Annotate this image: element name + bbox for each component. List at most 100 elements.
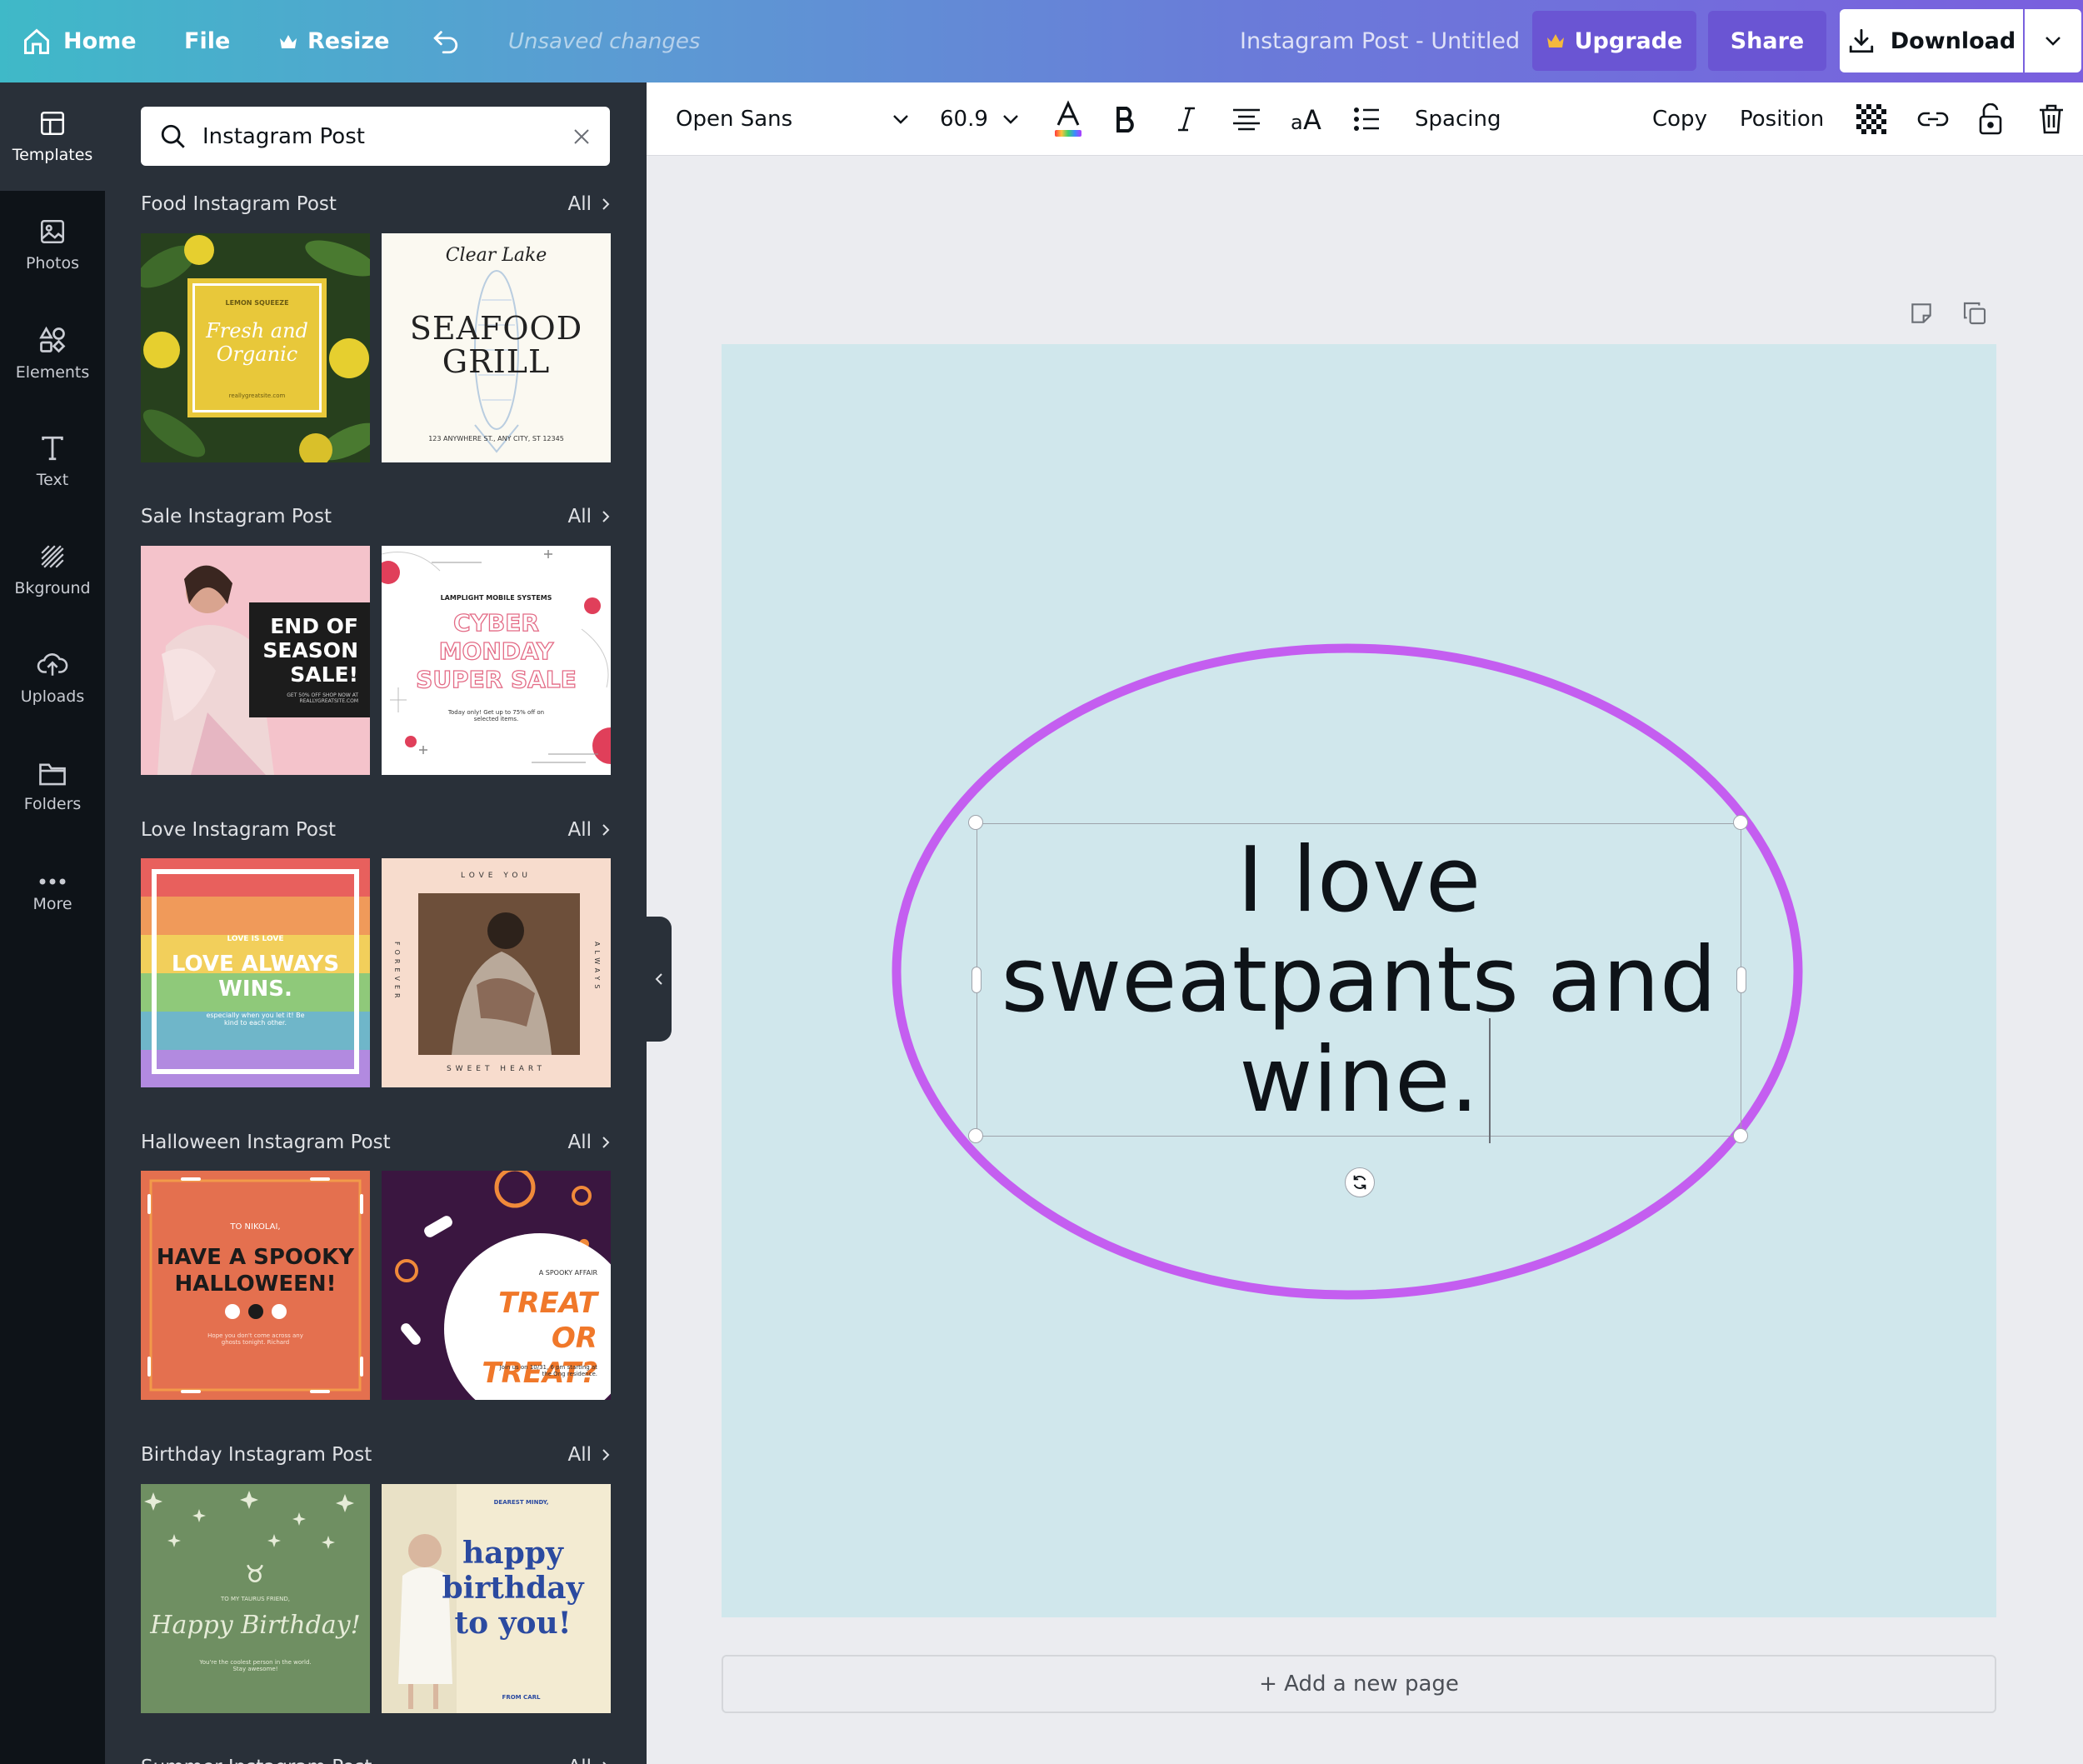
rail-elements[interactable]: Elements [0, 299, 105, 407]
document-title[interactable]: Instagram Post - Untitled [1240, 0, 1520, 82]
birthday-to-text: TO MY TAURUS FRIEND, [220, 1596, 291, 1602]
file-label: File [184, 28, 231, 54]
link-icon [1917, 112, 1949, 127]
collapse-panel-button[interactable] [647, 917, 672, 1042]
couple-photo [418, 893, 580, 1055]
chevron-right-icon [602, 1762, 607, 1764]
lock-icon [1979, 103, 2002, 135]
see-all-link[interactable]: All [567, 819, 610, 841]
see-all-label: All [567, 1444, 592, 1466]
align-center-button[interactable] [1231, 82, 1261, 156]
see-all-link[interactable]: All [567, 1444, 610, 1466]
chevron-right-icon [602, 198, 610, 210]
birthday-line-3: to you! [454, 1606, 572, 1641]
template-thumb-seafood-grill[interactable]: Clear Lake SEAFOOD GRILL 123 ANYWHERE ST… [382, 233, 611, 462]
background-icon [41, 545, 64, 568]
delete-button[interactable] [2038, 82, 2065, 156]
rail-more[interactable]: More [0, 841, 105, 949]
title-text: Fresh and Organic [206, 319, 308, 366]
position-button[interactable]: Position [1740, 82, 1824, 156]
lock-button[interactable] [1978, 82, 2003, 156]
see-all-label: All [567, 1757, 592, 1764]
add-page-button[interactable]: + Add a new page [722, 1655, 1996, 1713]
more-icon [39, 878, 66, 885]
selected-text-element[interactable]: I love sweatpants and wine. [977, 823, 1741, 1137]
halloween-to-text: TO NIKOLAI, [230, 1222, 281, 1232]
rail-label: Folders [23, 795, 82, 813]
transparency-button[interactable] [1856, 82, 1886, 156]
text-icon [42, 436, 63, 461]
font-size-value: 60.9 [940, 107, 988, 132]
see-all-link[interactable]: All [567, 506, 610, 527]
list-button[interactable] [1353, 82, 1380, 156]
resize-handle-top-left[interactable] [968, 815, 983, 830]
template-thumb-cyber-monday[interactable]: LAMPLIGHT MOBILE SYSTEMS CYBER MONDAY SU… [382, 546, 611, 775]
template-thumb-end-of-season[interactable]: END OF SEASON SALE! GET 50% OFF SHOP NOW… [141, 546, 370, 775]
text-color-button[interactable] [1050, 82, 1086, 156]
link-button[interactable] [1916, 82, 1950, 156]
see-all-link[interactable]: All [567, 1757, 610, 1764]
template-thumb-treat-or-treat[interactable]: A SPOOKY AFFAIR TREAT OR TREAT? Join us … [382, 1171, 611, 1400]
sale-line-2: SEASON [262, 638, 358, 662]
text-toolbar: Open Sans 60.9 a A Spacing Copy Position [647, 82, 2083, 156]
resize-handle-top-right[interactable] [1733, 815, 1748, 830]
search-box[interactable]: Instagram Post [141, 107, 610, 166]
rail-uploads[interactable]: Uploads [0, 624, 105, 732]
see-all-link[interactable]: All [567, 193, 610, 215]
section-header-love: Love Instagram Post All [141, 813, 610, 847]
font-family-select[interactable]: Open Sans [676, 82, 909, 156]
close-icon[interactable] [572, 127, 592, 147]
share-button[interactable]: Share [1708, 11, 1826, 71]
duplicate-page-button[interactable] [1961, 300, 1988, 327]
skull-icons [225, 1304, 287, 1319]
download-button[interactable]: Download [1840, 9, 2023, 72]
see-all-label: All [567, 193, 592, 215]
font-size-select[interactable]: 60.9 [940, 82, 1019, 156]
template-thumb-love-always-wins[interactable]: LOVE IS LOVE LOVE ALWAYS WINS. especiall… [141, 858, 370, 1087]
birthday-sub-text: You're the coolest person in the world. … [199, 1659, 312, 1672]
resize-handle-bottom-left[interactable] [968, 1128, 983, 1143]
text-case-button[interactable]: a A [1291, 82, 1324, 156]
resize-handle-right[interactable] [1736, 967, 1746, 993]
italic-button[interactable] [1176, 82, 1196, 156]
spacing-button[interactable]: Spacing [1415, 82, 1501, 156]
rail-folders[interactable]: Folders [0, 732, 105, 841]
chevron-right-icon [602, 1137, 610, 1148]
bold-icon [1116, 107, 1134, 132]
template-thumb-happy-birthday-to-you[interactable]: DEAREST MINDY, happy birthday to you! FR… [382, 1484, 611, 1713]
upgrade-button[interactable]: Upgrade [1532, 11, 1696, 71]
title-line-1: SEAFOOD [409, 310, 583, 347]
resize-handle-left[interactable] [972, 967, 982, 993]
cyber-line-3: SUPER SALE [416, 665, 577, 693]
resize-button[interactable]: Resize [279, 0, 389, 82]
rail-photos[interactable]: Photos [0, 191, 105, 299]
copy-style-button[interactable]: Copy [1652, 82, 1707, 156]
template-thumb-spooky-halloween[interactable]: TO NIKOLAI, HAVE A SPOOKY HALLOWEEN! Hop… [141, 1171, 370, 1400]
rail-templates[interactable]: Templates [0, 82, 105, 191]
section-title: Birthday Instagram Post [141, 1444, 372, 1466]
rail-background[interactable]: Bkground [0, 516, 105, 624]
love-right-text: ALWAYS [593, 942, 601, 993]
chevron-right-icon [602, 824, 610, 836]
transparency-icon [1856, 104, 1886, 134]
copy-label: Copy [1652, 107, 1707, 132]
resize-handle-bottom-right[interactable] [1733, 1128, 1748, 1143]
home-button[interactable]: Home [22, 0, 137, 82]
page-notes-button[interactable] [1908, 300, 1935, 327]
bold-button[interactable] [1115, 82, 1136, 156]
search-input[interactable]: Instagram Post [202, 124, 557, 149]
birthday-from-text: FROM CARL [502, 1694, 541, 1701]
template-thumb-happy-birthday-taurus[interactable]: TO MY TAURUS FRIEND, Happy Birthday! You… [141, 1484, 370, 1713]
rotate-handle[interactable] [1345, 1167, 1375, 1197]
undo-button[interactable] [430, 0, 462, 82]
love-small-text: LOVE IS LOVE [227, 935, 284, 943]
share-label: Share [1730, 27, 1805, 54]
rail-text[interactable]: Text [0, 407, 105, 516]
section-title: Food Instagram Post [141, 193, 337, 215]
file-menu[interactable]: File [184, 0, 230, 82]
template-thumb-sweet-heart[interactable]: LOVE YOU FOREVER ALWAYS SWEET HEART [382, 858, 611, 1087]
see-all-link[interactable]: All [567, 1132, 610, 1153]
download-options-button[interactable] [2025, 9, 2081, 72]
crown-icon [280, 34, 297, 48]
template-thumb-fresh-organic[interactable]: LEMON SQUEEZE Fresh and Organic reallygr… [141, 233, 370, 462]
